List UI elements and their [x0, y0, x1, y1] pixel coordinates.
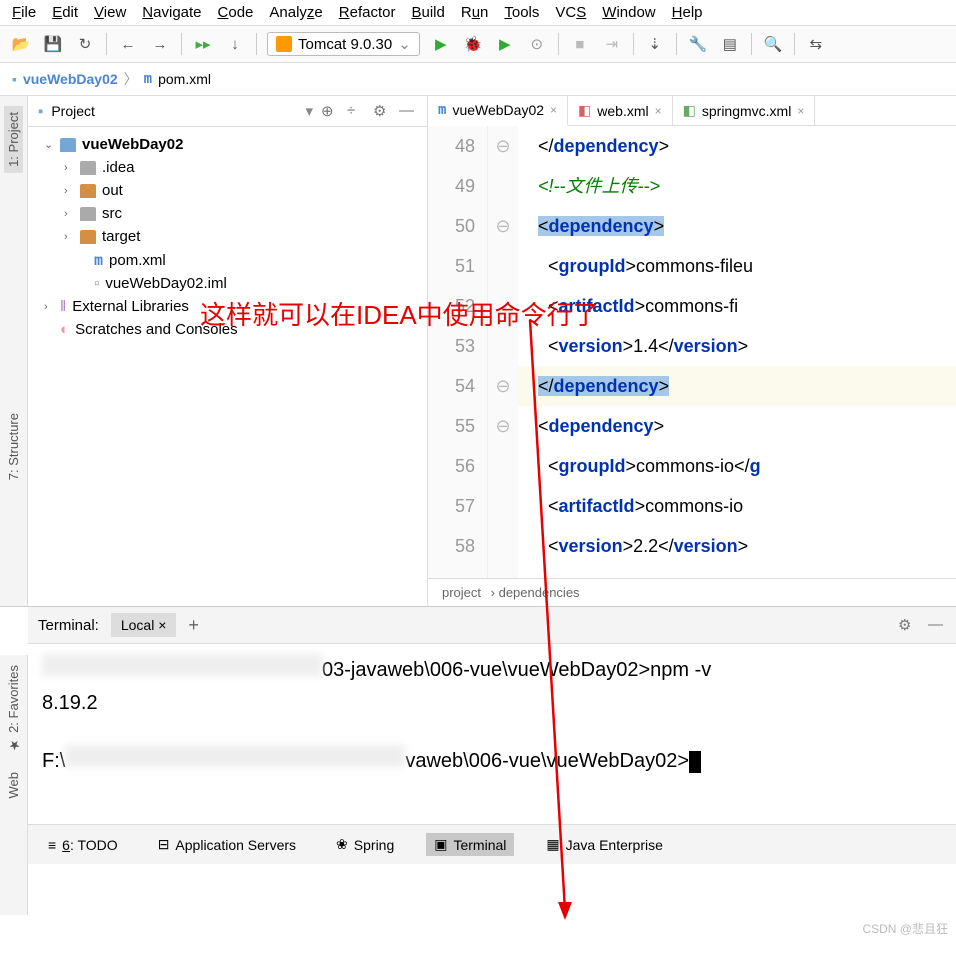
breadcrumb-file[interactable]: pom.xml [158, 71, 211, 87]
terminal-body[interactable]: 03-javaweb\006-vue\vueWebDay02>npm -v 8.… [28, 644, 956, 824]
code-content[interactable]: </dependency> <!--文件上传--> <dependency> <… [518, 126, 956, 578]
tab-webxml[interactable]: ◧web.xml× [568, 96, 673, 125]
breadcrumb-root[interactable]: vueWebDay02 [23, 71, 118, 87]
terminal-panel: ★ 2: Favorites Web Terminal: Local × + ⚙… [0, 606, 956, 824]
menu-code[interactable]: Code [218, 4, 254, 21]
menu-tools[interactable]: Tools [504, 4, 539, 21]
tree-item-iml[interactable]: ▫vueWebDay02.iml [28, 272, 427, 295]
close-icon[interactable]: × [550, 103, 557, 117]
vcs-icon[interactable]: ⇣ [644, 33, 666, 55]
gear-icon[interactable]: ⚙ [898, 616, 916, 634]
menu-window[interactable]: Window [602, 4, 655, 21]
tree-item-pom[interactable]: mpom.xml [28, 248, 427, 272]
menu-help[interactable]: Help [672, 4, 703, 21]
menu-build[interactable]: Build [411, 4, 444, 21]
menu-file[interactable]: File [12, 4, 36, 21]
fold-column[interactable]: ⊖⊖⊖⊖ [488, 126, 518, 578]
main-toolbar: 📂 💾 ↻ ← → ▸▸ ↓ Tomcat 9.0.30 ⌄ ▶ 🐞 ▶ ⊙ ■… [0, 26, 956, 63]
editor-tabs: mvueWebDay02× ◧web.xml× ◧springmvc.xml× [428, 96, 956, 126]
profile-icon[interactable]: ⊙ [526, 33, 548, 55]
tree-ext-lib[interactable]: ›‖External Libraries [28, 295, 427, 318]
search-icon[interactable]: 🔍 [762, 33, 784, 55]
collapse-icon[interactable]: ÷ [347, 102, 365, 120]
watermark: CSDN @悲且狂 [862, 920, 948, 937]
vtab-web[interactable]: Web [6, 772, 21, 799]
terminal-title: Terminal: [38, 617, 99, 634]
run-config-selector[interactable]: Tomcat 9.0.30 ⌄ [267, 32, 420, 56]
more-icon[interactable]: ⇆ [805, 33, 827, 55]
tree-item-out[interactable]: ›out [28, 179, 427, 202]
btab-todo[interactable]: ≡6: TODO [40, 834, 126, 856]
forward-icon[interactable]: → [149, 33, 171, 55]
target-icon[interactable]: ⊕ [321, 102, 339, 120]
editor-breadcrumb[interactable]: project › dependencies [428, 578, 956, 606]
line-gutter[interactable]: 484950 515253 545556 5758 [428, 126, 488, 578]
close-icon[interactable]: × [655, 104, 662, 118]
folder-icon: ▪ [12, 71, 17, 87]
btab-appservers[interactable]: ⊟Application Servers [150, 833, 304, 856]
btab-terminal[interactable]: ▣Terminal [426, 833, 514, 856]
project-panel: ▪ Project ▾ ⊕ ÷ ⚙ — ⌄ vueWebDay02 ›.idea… [28, 96, 428, 606]
debug-icon[interactable]: 🐞 [462, 33, 484, 55]
chevron-down-icon: ⌄ [398, 35, 411, 53]
select-icon[interactable]: ↓ [224, 33, 246, 55]
stop-icon[interactable]: ■ [569, 33, 591, 55]
bottom-tool-bar: ≡6: TODO ⊟Application Servers ❀Spring ▣T… [28, 824, 956, 864]
coverage-icon[interactable]: ▶ [494, 33, 516, 55]
tab-springmvc[interactable]: ◧springmvc.xml× [673, 96, 816, 125]
run-config-label: Tomcat 9.0.30 [298, 36, 392, 53]
run-icon[interactable]: ▶ [430, 33, 452, 55]
tree-item-src[interactable]: ›src [28, 202, 427, 225]
gear-icon[interactable]: ⚙ [373, 102, 391, 120]
build-icon[interactable]: ▸▸ [192, 33, 214, 55]
project-tree[interactable]: ⌄ vueWebDay02 ›.idea ›out ›src ›target m… [28, 127, 427, 606]
menu-edit[interactable]: Edit [52, 4, 78, 21]
vtab-project[interactable]: 1: Project [4, 106, 23, 173]
menu-vcs[interactable]: VCS [555, 4, 586, 21]
menu-run[interactable]: Run [461, 4, 489, 21]
save-icon[interactable]: 💾 [42, 33, 64, 55]
btab-spring[interactable]: ❀Spring [328, 833, 402, 856]
tree-scratch[interactable]: ◐Scratches and Consoles [28, 318, 427, 341]
menu-view[interactable]: View [94, 4, 126, 21]
project-panel-title: Project [51, 103, 297, 119]
menu-refactor[interactable]: Refactor [339, 4, 396, 21]
settings-icon[interactable]: 🔧 [687, 33, 709, 55]
code-editor: mvueWebDay02× ◧web.xml× ◧springmvc.xml× … [428, 96, 956, 606]
terminal-tab-local[interactable]: Local × [111, 613, 177, 637]
tree-item-target[interactable]: ›target [28, 225, 427, 248]
refresh-icon[interactable]: ↻ [74, 33, 96, 55]
vtab-structure[interactable]: 7: Structure [6, 413, 21, 480]
vtab-favorites[interactable]: ★ 2: Favorites [6, 665, 21, 752]
menu-bar: File Edit View Navigate Code Analyze Ref… [0, 0, 956, 26]
tomcat-icon [276, 36, 292, 52]
menu-analyze[interactable]: Analyze [269, 4, 322, 21]
add-terminal-icon[interactable]: + [188, 615, 199, 636]
open-icon[interactable]: 📂 [10, 33, 32, 55]
btab-javaee[interactable]: ▦Java Enterprise [538, 833, 671, 856]
close-icon[interactable]: × [797, 104, 804, 118]
tree-root[interactable]: ⌄ vueWebDay02 [28, 133, 427, 156]
hide-icon[interactable]: — [928, 616, 946, 634]
left-tool-gutter: 1: Project 7: Structure [0, 96, 28, 606]
nav-breadcrumb: ▪ vueWebDay02 〉 m pom.xml [0, 63, 956, 96]
structure-icon[interactable]: ▤ [719, 33, 741, 55]
menu-navigate[interactable]: Navigate [142, 4, 201, 21]
terminal-cursor [689, 751, 701, 773]
file-icon: m [144, 71, 152, 87]
hide-icon[interactable]: — [399, 102, 417, 120]
back-icon[interactable]: ← [117, 33, 139, 55]
tree-item-idea[interactable]: ›.idea [28, 156, 427, 179]
tab-vuewebday02[interactable]: mvueWebDay02× [428, 96, 568, 126]
stop2-icon[interactable]: ⇥ [601, 33, 623, 55]
